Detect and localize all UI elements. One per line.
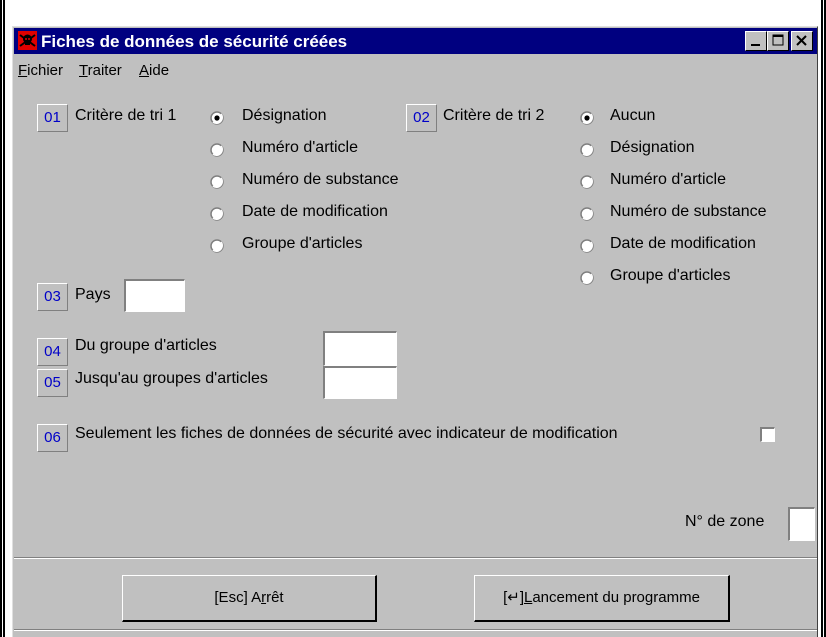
country-label: Pays xyxy=(75,286,111,303)
group-to-input[interactable] xyxy=(323,366,397,399)
modified-only-checkbox[interactable] xyxy=(760,427,775,442)
menu-fichier[interactable]: Fichier xyxy=(18,62,63,79)
stop-button-label-suffix: rêt xyxy=(266,589,284,606)
button-bar-bottom-divider xyxy=(14,629,817,631)
sort2-option-label[interactable]: Désignation xyxy=(610,139,695,157)
sort1-radio-1[interactable] xyxy=(210,143,224,157)
sort2-radio-0[interactable] xyxy=(580,111,594,125)
close-button[interactable] xyxy=(791,31,813,51)
sort2-option-label[interactable]: Date de modification xyxy=(610,235,756,253)
launch-button-label-suffix: ancement du programme xyxy=(532,589,700,606)
sort2-option-label[interactable]: Aucun xyxy=(610,107,655,125)
country-input[interactable] xyxy=(124,279,185,312)
zone-label: N° de zone xyxy=(685,513,765,530)
window-title: Fiches de données de sécurité créées xyxy=(41,32,348,51)
sort2-radio-5[interactable] xyxy=(580,271,594,285)
launch-program-button[interactable]: [↵] Lancement du programme xyxy=(474,575,730,622)
maximize-button[interactable] xyxy=(767,31,789,51)
sort2-radio-4[interactable] xyxy=(580,239,594,253)
sort1-radio-0[interactable] xyxy=(210,111,224,125)
stop-button[interactable]: [Esc] Arrêt xyxy=(122,575,377,622)
sort1-radio-2[interactable] xyxy=(210,175,224,189)
minimize-icon xyxy=(751,44,760,46)
modified-only-label: Seulement les fiches de données de sécur… xyxy=(75,425,618,442)
field-tag-06[interactable]: 06 xyxy=(37,424,68,452)
field-tag-05[interactable]: 05 xyxy=(37,369,68,397)
sort1-radio-3[interactable] xyxy=(210,207,224,221)
group-from-input[interactable] xyxy=(323,331,397,366)
hazard-skull-icon[interactable] xyxy=(18,31,37,50)
launch-button-label-prefix: [↵] xyxy=(503,589,524,606)
sort1-option-label[interactable]: Groupe d'articles xyxy=(242,235,362,253)
sort2-option-label[interactable]: Numéro de substance xyxy=(610,203,767,221)
field-tag-04[interactable]: 04 xyxy=(37,338,68,366)
field-tag-03[interactable]: 03 xyxy=(37,283,68,311)
menu-aide[interactable]: Aide xyxy=(139,62,169,79)
stop-button-label-prefix: [Esc] A xyxy=(214,589,262,606)
field-tag-01[interactable]: 01 xyxy=(37,104,68,132)
group-to-label: Jusqu'au groupes d'articles xyxy=(75,370,268,387)
sort2-radio-3[interactable] xyxy=(580,207,594,221)
field-tag-02[interactable]: 02 xyxy=(406,104,437,132)
group-from-label: Du groupe d'articles xyxy=(75,337,217,354)
button-bar-top-divider xyxy=(14,557,817,559)
maximize-icon xyxy=(772,34,784,46)
sort1-radio-4[interactable] xyxy=(210,239,224,253)
menu-traiter[interactable]: Traiter xyxy=(79,62,122,79)
sort2-radio-2[interactable] xyxy=(580,175,594,189)
launch-button-accelerator: L xyxy=(523,589,533,606)
close-icon xyxy=(796,35,807,46)
sort1-option-label[interactable]: Désignation xyxy=(242,107,327,125)
sort1-option-label[interactable]: Numéro de substance xyxy=(242,171,399,189)
sort2-label: Critère de tri 2 xyxy=(443,107,545,124)
minimize-button[interactable] xyxy=(745,31,767,51)
zone-input[interactable] xyxy=(788,507,815,541)
sort1-option-label[interactable]: Date de modification xyxy=(242,203,388,221)
sort2-option-label[interactable]: Groupe d'articles xyxy=(610,267,730,285)
sort1-option-label[interactable]: Numéro d'article xyxy=(242,139,358,157)
sort1-label: Critère de tri 1 xyxy=(75,107,177,124)
sort2-option-label[interactable]: Numéro d'article xyxy=(610,171,726,189)
sort2-radio-1[interactable] xyxy=(580,143,594,157)
